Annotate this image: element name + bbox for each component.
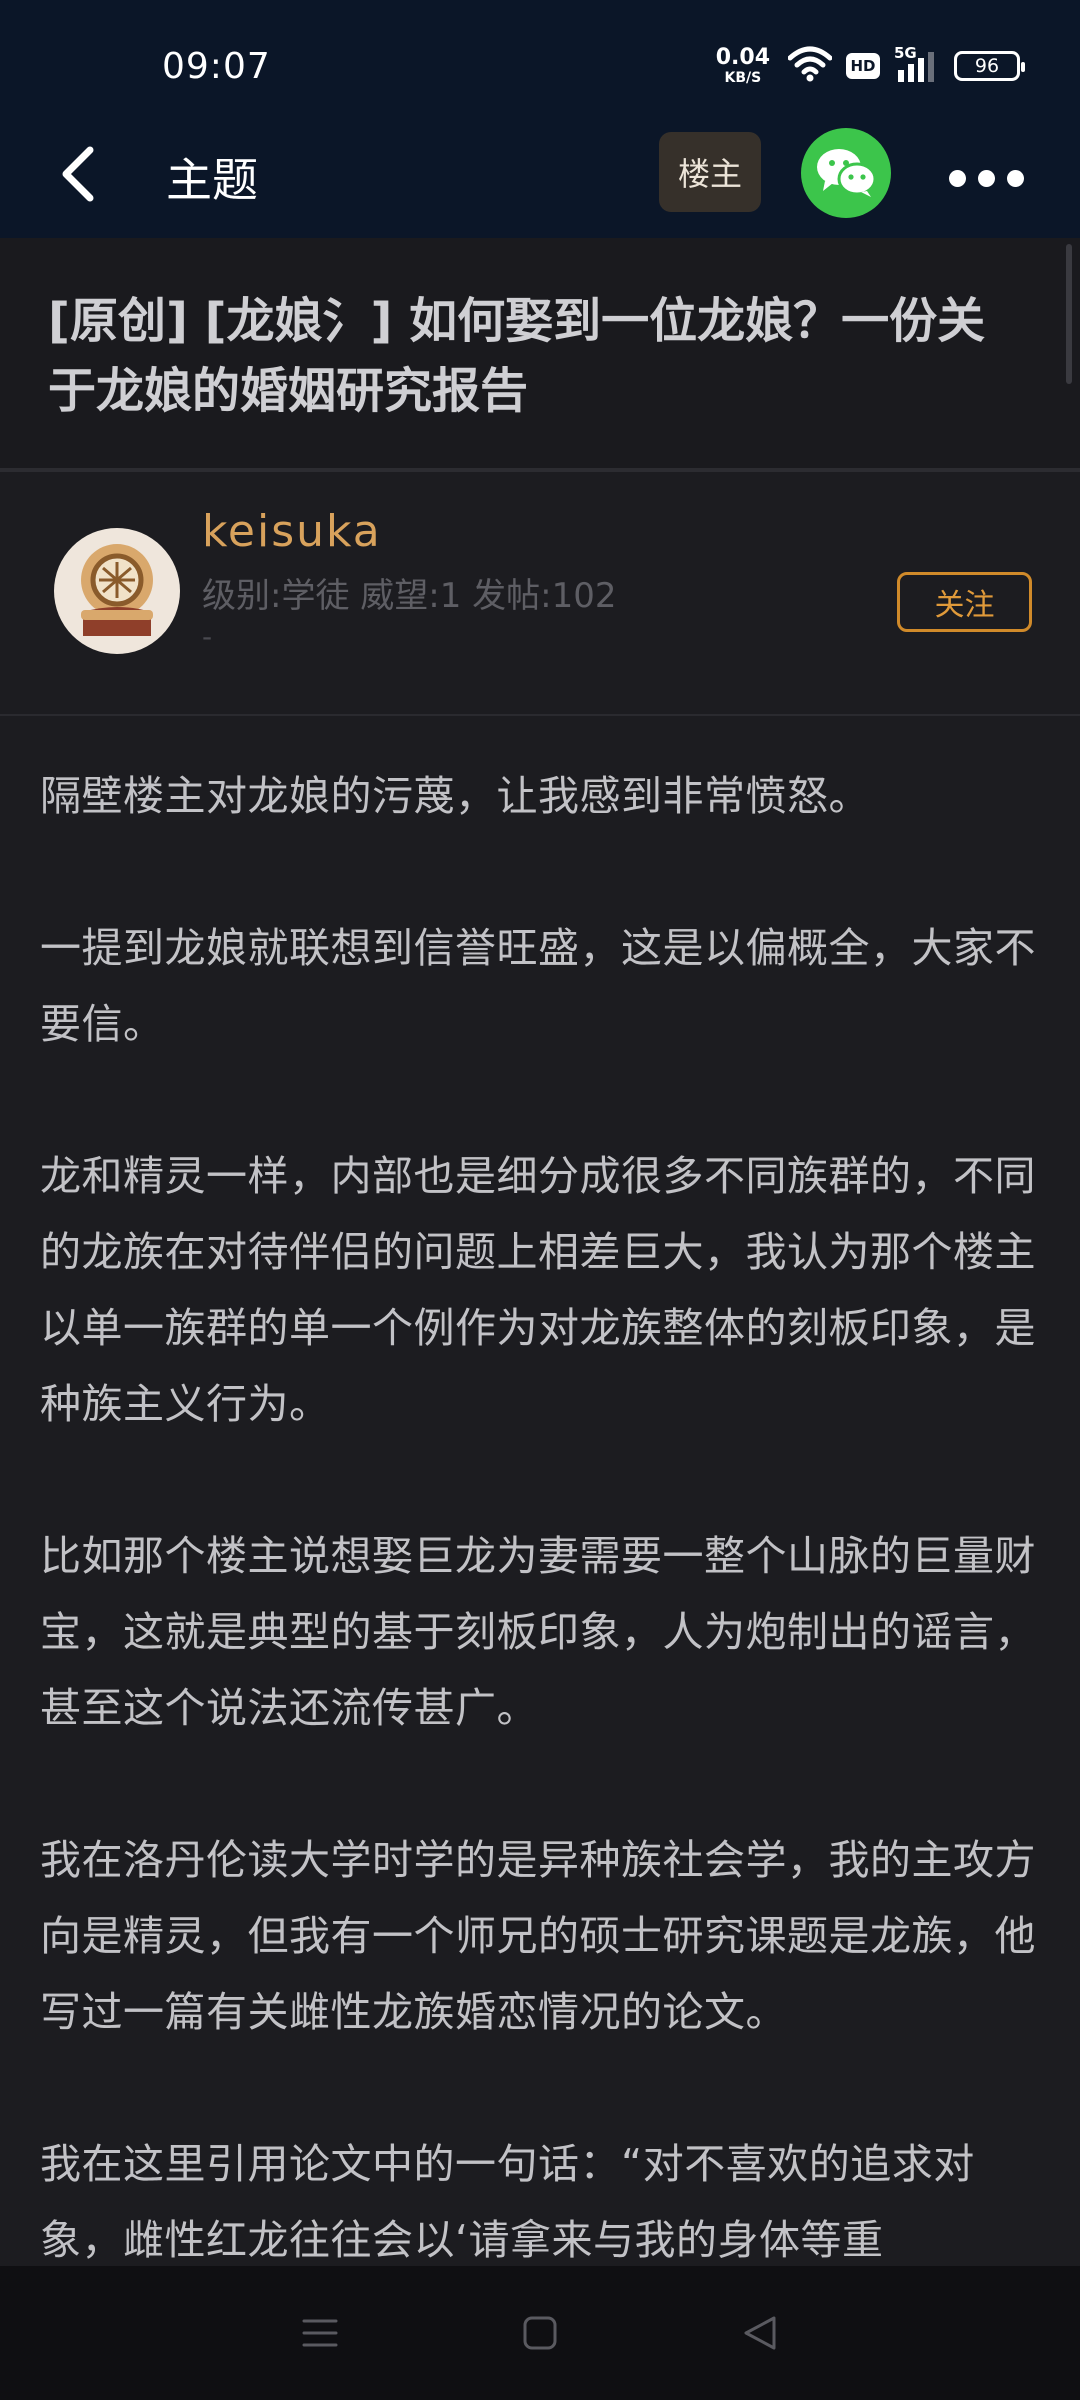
nav-menu-button[interactable] [290, 2303, 350, 2363]
app-bar: 主题 楼主 [0, 120, 1080, 238]
status-bar: 09:07 0.04 KB/S HD 5G 96 [0, 0, 1080, 120]
network-speed-unit: KB/S [724, 70, 762, 86]
content-paragraph: 龙和精灵一样，内部也是细分成很多不同族群的，不同的龙族在对待伴侣的问题上相差巨大… [40, 1152, 1036, 1428]
avatar[interactable] [54, 528, 180, 654]
top-header: 09:07 0.04 KB/S HD 5G 96 主题 楼主 [0, 0, 1080, 238]
menu-icon [302, 2319, 338, 2347]
author-name[interactable]: keisuka [202, 506, 382, 557]
author-signature: - [202, 620, 213, 653]
network-speed: 0.04 KB/S [715, 45, 770, 86]
wechat-icon [817, 149, 877, 197]
hd-badge: HD [846, 53, 880, 79]
divider [0, 714, 1080, 716]
chevron-left-icon [62, 146, 94, 202]
battery-indicator: 96 [954, 51, 1025, 81]
signal-icon: 5G [894, 44, 940, 84]
page-title: 主题 [166, 153, 258, 207]
content-paragraph: 我在这里引用论文中的一句话：“对不喜欢的追求对象，雌性红龙往往会以‘请拿来与我的… [40, 2140, 975, 2264]
more-dot [977, 169, 995, 187]
post-content: 隔壁楼主对龙娘的污蔑，让我感到非常愤怒。 一提到龙娘就联想到信誉旺盛，这是以偏概… [40, 718, 1040, 2266]
post-title-section: [原创] [龙娘氵] 如何娶到一位龙娘？一份关于龙娘的婚姻研究报告 [0, 238, 1080, 468]
wechat-share-button[interactable] [801, 128, 891, 218]
scroll-indicator[interactable] [1066, 244, 1072, 384]
author-stats: 级别:学徒 威望:1 发帖:102 [202, 576, 617, 616]
op-only-button[interactable]: 楼主 [659, 132, 761, 212]
wifi-icon [787, 46, 833, 86]
diving-helmet-avatar-icon [81, 544, 153, 636]
content-paragraph: 一提到龙娘就联想到信誉旺盛，这是以偏概全，大家不要信。 [40, 924, 1036, 1048]
author-info: keisuka 级别:学徒 威望:1 发帖:102 - 关注 [0, 474, 1080, 714]
status-icons: 0.04 KB/S HD 5G 96 [715, 44, 1025, 88]
network-speed-value: 0.04 [715, 45, 770, 70]
more-options-button[interactable] [936, 150, 1036, 206]
divider [0, 468, 1080, 472]
nav-back-button[interactable] [730, 2303, 790, 2363]
triangle-back-icon [744, 2316, 776, 2350]
system-nav-bar [0, 2266, 1080, 2400]
content-paragraph: 比如那个楼主说想娶巨龙为妻需要一整个山脉的巨量财宝，这就是典型的基于刻板印象，人… [40, 1532, 1036, 1732]
nav-home-button[interactable] [510, 2303, 570, 2363]
square-home-icon [523, 2316, 557, 2350]
follow-button[interactable]: 关注 [897, 572, 1032, 632]
content-paragraph: 我在洛丹伦读大学时学的是异种族社会学，我的主攻方向是精灵，但我有一个师兄的硕士研… [40, 1836, 1036, 2036]
more-dots-icon [948, 169, 966, 187]
status-time: 09:07 [162, 46, 271, 87]
back-button[interactable] [48, 138, 108, 210]
content-paragraph: 隔壁楼主对龙娘的污蔑，让我感到非常愤怒。 [40, 772, 870, 820]
post-title: [原创] [龙娘氵] 如何娶到一位龙娘？一份关于龙娘的婚姻研究报告 [48, 293, 986, 419]
more-dot [1006, 169, 1024, 187]
